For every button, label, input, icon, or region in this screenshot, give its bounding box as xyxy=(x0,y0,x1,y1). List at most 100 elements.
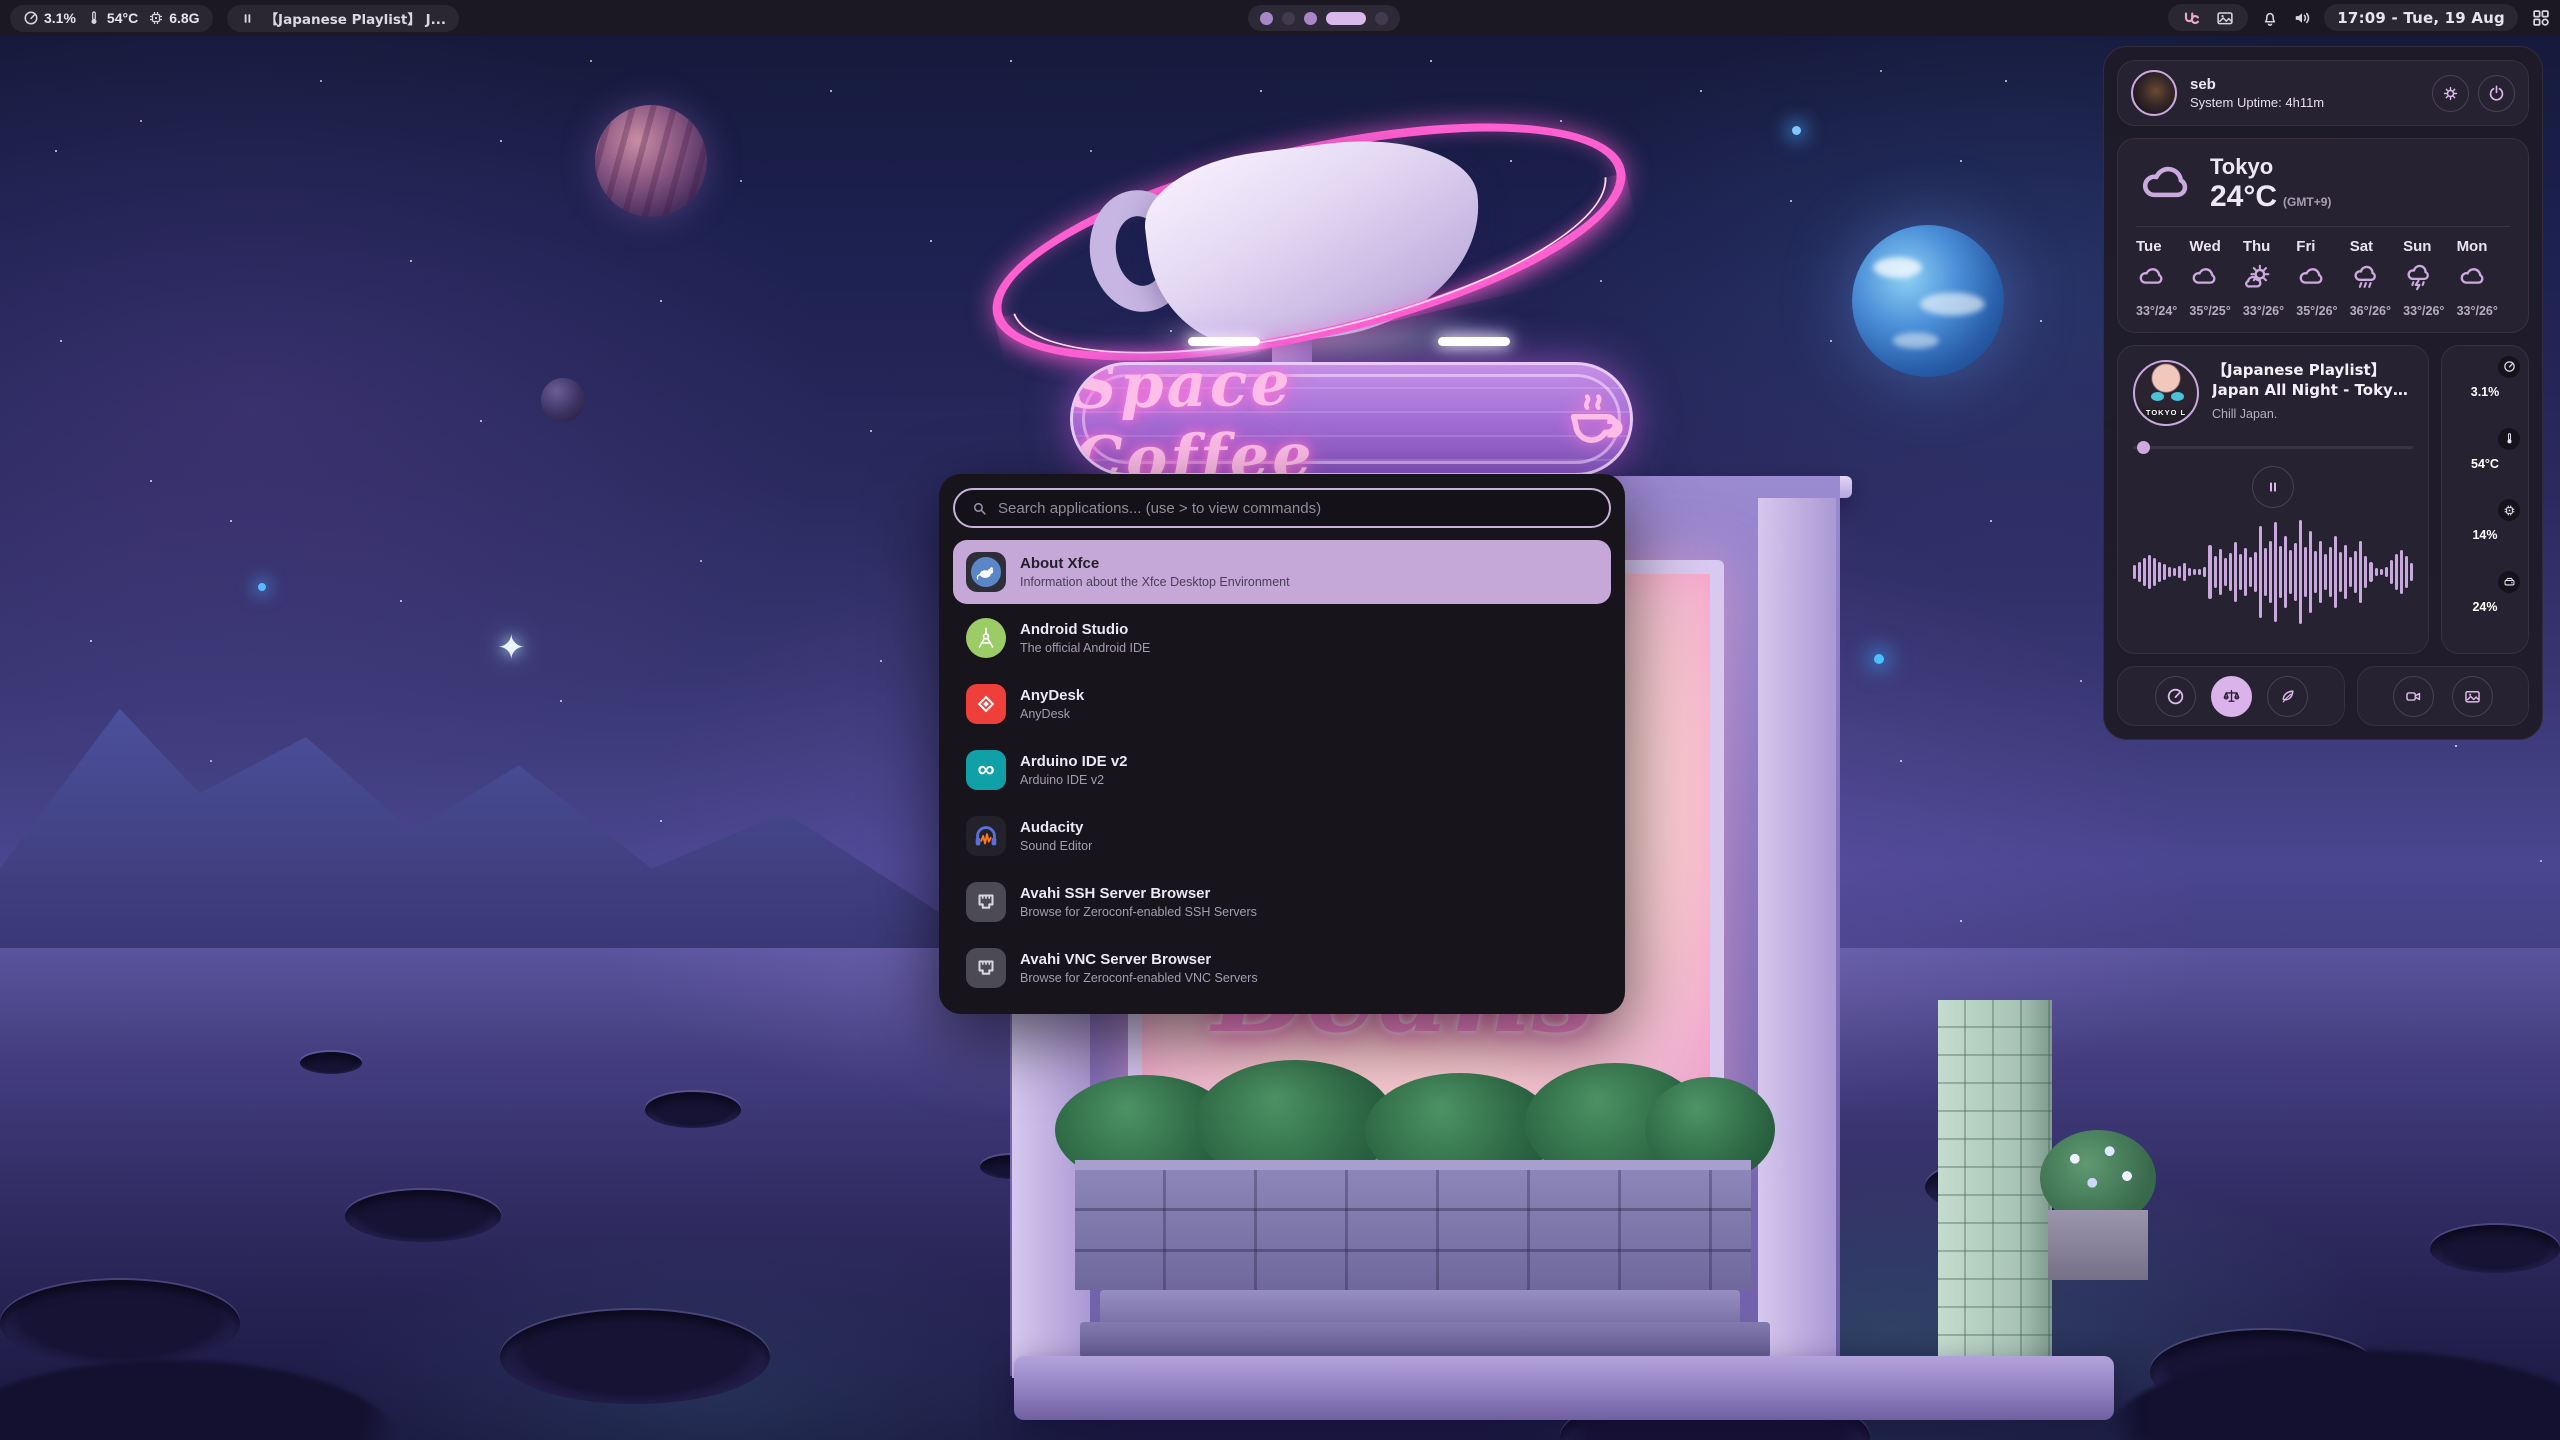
app-subtitle: The official Android IDE xyxy=(1020,641,1150,655)
waveform-bar xyxy=(2369,562,2372,583)
app-item-about-xfce[interactable]: About Xfce Information about the Xfce De… xyxy=(953,540,1611,604)
top-bar: 3.1% 54°C 6.8G 【Japanese Playlist】 J... xyxy=(0,0,2560,36)
waveform-bar xyxy=(2138,562,2141,583)
waveform xyxy=(2133,520,2413,624)
waveform-bar xyxy=(2234,542,2237,602)
app-item-avahi-ssh[interactable]: Avahi SSH Server Browser Browse for Zero… xyxy=(953,870,1611,934)
waveform-bar xyxy=(2168,567,2171,577)
memory-value: 6.8G xyxy=(169,10,199,26)
workspace-dot-4[interactable] xyxy=(1326,12,1366,25)
app-title: Android Studio xyxy=(1020,621,1150,638)
power-button[interactable] xyxy=(2478,75,2515,112)
waveform-bar xyxy=(2299,520,2302,624)
volume-icon[interactable] xyxy=(2292,8,2312,28)
launcher-search[interactable] xyxy=(953,488,1611,528)
avatar xyxy=(2131,70,2177,116)
waveform-bar xyxy=(2385,567,2388,577)
app-grid-icon[interactable] xyxy=(2530,7,2552,29)
waveform-bar xyxy=(2349,557,2352,586)
purple-planet xyxy=(595,105,707,217)
waveform-bar xyxy=(2309,531,2312,612)
forecast-row: Tue 33°/24° Wed 35°/25° Thu 33°/26° Fri xyxy=(2136,238,2510,318)
app-title: About Xfce xyxy=(1020,555,1290,572)
screenshot-button[interactable] xyxy=(2452,676,2493,717)
app-item-audacity[interactable]: Audacity Sound Editor xyxy=(953,804,1611,868)
app-results-list: About Xfce Information about the Xfce De… xyxy=(953,540,1611,1000)
balanced-mode-button[interactable] xyxy=(2211,676,2252,717)
flower-box xyxy=(2048,1210,2148,1280)
settings-button[interactable] xyxy=(2432,75,2469,112)
workspace-dot-3[interactable] xyxy=(1304,12,1317,25)
pause-icon xyxy=(240,11,255,26)
android-studio-icon xyxy=(966,618,1006,658)
waveform-bar xyxy=(2178,566,2181,578)
crater xyxy=(2430,1225,2560,1273)
gear-icon xyxy=(2441,84,2460,103)
waveform-bar xyxy=(2153,558,2156,585)
app-item-anydesk[interactable]: AnyDesk AnyDesk xyxy=(953,672,1611,736)
tray-app-icon[interactable] xyxy=(2181,8,2201,28)
forecast-day: Sat 36°/26° xyxy=(2350,238,2403,318)
waveform-bar xyxy=(2193,569,2196,575)
waveform-bar xyxy=(2208,545,2211,599)
workspace-indicator xyxy=(1248,5,1400,31)
forecast-day: Sun 33°/26° xyxy=(2403,238,2456,318)
waveform-bar xyxy=(2249,557,2252,586)
cloud-icon xyxy=(2136,262,2166,292)
search-input[interactable] xyxy=(998,500,1593,517)
app-subtitle: Arduino IDE v2 xyxy=(1020,773,1128,787)
pause-icon xyxy=(2265,479,2281,495)
app-item-avahi-vnc[interactable]: Avahi VNC Server Browser Browse for Zero… xyxy=(953,936,1611,1000)
xfce-mouse-icon xyxy=(966,552,1006,592)
memory-stat: 6.8G xyxy=(148,10,199,26)
waveform-bar xyxy=(2203,567,2206,577)
waveform-bar xyxy=(2375,568,2378,576)
app-item-android-studio[interactable]: Android Studio The official Android IDE xyxy=(953,606,1611,670)
waveform-bar xyxy=(2354,551,2357,593)
systray-pill xyxy=(2168,4,2248,31)
space-coffee-sign: Space Coffee xyxy=(1070,362,1633,476)
app-item-arduino-ide[interactable]: ∞ Arduino IDE v2 Arduino IDE v2 xyxy=(953,738,1611,802)
anydesk-icon xyxy=(966,684,1006,724)
music-progress-bar[interactable] xyxy=(2133,441,2413,454)
tile-column xyxy=(1938,1000,2052,1390)
uptime-label: System Uptime: 4h11m xyxy=(2190,95,2324,110)
scales-icon xyxy=(2222,687,2241,706)
arduino-icon: ∞ xyxy=(966,750,1006,790)
powersave-mode-button[interactable] xyxy=(2267,676,2308,717)
forecast-day: Fri 35°/26° xyxy=(2296,238,2349,318)
weather-timezone: (GMT+9) xyxy=(2283,195,2331,209)
audacity-icon xyxy=(966,816,1006,856)
brick-planter xyxy=(1075,1160,1751,1290)
glow-star-blue3 xyxy=(1874,654,1884,664)
search-icon xyxy=(971,500,988,517)
waveform-bar xyxy=(2198,569,2201,575)
notifications-bell-icon[interactable] xyxy=(2260,8,2280,28)
thermometer-icon xyxy=(2498,428,2520,450)
clock-label: 17:09 - Tue, 19 Aug xyxy=(2337,9,2505,27)
memory-gauge: 14% xyxy=(2453,503,2517,567)
small-moon xyxy=(541,378,585,422)
storm-icon xyxy=(2403,262,2433,292)
performance-mode-button[interactable] xyxy=(2155,676,2196,717)
crater xyxy=(300,1052,362,1074)
workspace-dot-5[interactable] xyxy=(1375,12,1388,25)
music-progress-knob[interactable] xyxy=(2137,441,2150,454)
workspace-dot-1[interactable] xyxy=(1260,12,1273,25)
waveform-bar xyxy=(2405,556,2408,587)
waveform-bar xyxy=(2224,558,2227,585)
waveform-bar xyxy=(2390,560,2393,585)
waveform-bar xyxy=(2239,554,2242,589)
waveform-bar xyxy=(2410,563,2413,582)
temperature-value: 54°C xyxy=(107,10,138,26)
screen-record-button[interactable] xyxy=(2393,676,2434,717)
tray-image-icon[interactable] xyxy=(2215,8,2235,28)
username: seb xyxy=(2190,76,2324,93)
cpu-usage-gauge: 3.1% xyxy=(2453,360,2517,424)
clock-pill[interactable]: 17:09 - Tue, 19 Aug xyxy=(2324,4,2518,31)
play-pause-button[interactable] xyxy=(2252,466,2294,508)
now-playing-pill[interactable]: 【Japanese Playlist】 J... xyxy=(227,5,459,32)
workspace-dot-2[interactable] xyxy=(1282,12,1295,25)
waveform-bar xyxy=(2214,556,2217,587)
waveform-bar xyxy=(2395,554,2398,589)
